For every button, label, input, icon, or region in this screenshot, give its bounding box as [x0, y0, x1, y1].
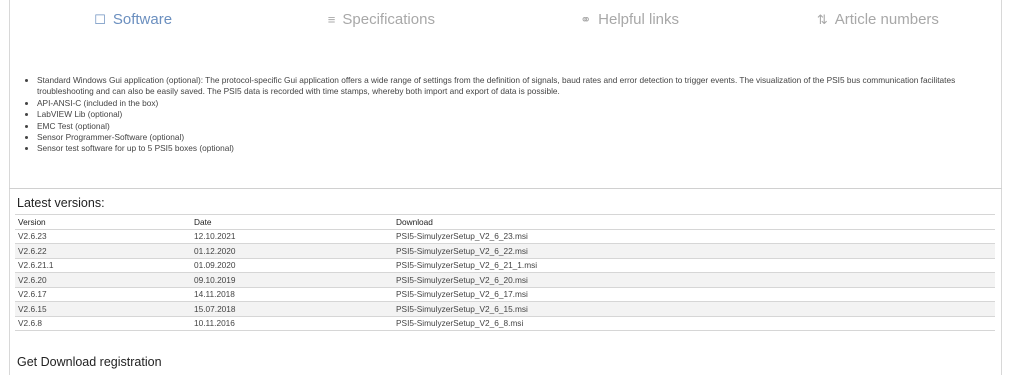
feature-item: EMC Test (optional) [37, 121, 997, 132]
download-registration-link[interactable]: Get Download registration [17, 354, 162, 370]
feature-item: Standard Windows Gui application (option… [37, 75, 997, 98]
list-icon: ≡ [327, 12, 336, 27]
table-row: V2.6.17 14.11.2018 PSI5-SimulyzerSetup_V… [15, 286, 995, 302]
date-cell: 12.10.2021 [191, 228, 393, 244]
column-header-date: Date [191, 214, 393, 230]
tab-label: Specifications [342, 11, 435, 28]
download-link[interactable]: PSI5-SimulyzerSetup_V2_6_8.msi [396, 318, 523, 328]
sort-icon: ⇅ [816, 12, 828, 27]
latest-versions-heading: Latest versions: [17, 196, 105, 210]
table-row: V2.6.20 09.10.2019 PSI5-SimulyzerSetup_V… [15, 272, 995, 288]
download-cell: PSI5-SimulyzerSetup_V2_6_20.msi [393, 272, 995, 288]
version-cell: V2.6.17 [15, 286, 191, 302]
tab-helpful-links[interactable]: ⚭ Helpful links [506, 0, 754, 42]
version-cell: V2.6.15 [15, 301, 191, 317]
version-cell: V2.6.22 [15, 243, 191, 259]
tab-article-numbers[interactable]: ⇅ Article numbers [754, 0, 1002, 42]
column-header-download: Download [393, 214, 995, 230]
section-divider [9, 188, 1002, 189]
tab-label: Software [112, 11, 173, 28]
feature-item: Sensor Programmer-Software (optional) [37, 132, 997, 143]
version-cell: V2.6.8 [15, 315, 191, 331]
column-header-version: Version [15, 214, 191, 230]
download-link[interactable]: PSI5-SimulyzerSetup_V2_6_22.msi [396, 246, 528, 256]
download-link[interactable]: PSI5-SimulyzerSetup_V2_6_20.msi [396, 275, 528, 285]
table-row: V2.6.23 12.10.2021 PSI5-SimulyzerSetup_V… [15, 228, 995, 244]
tab-label: Helpful links [598, 11, 680, 28]
date-cell: 10.11.2016 [191, 315, 393, 331]
link-icon: ⚭ [580, 12, 592, 27]
date-cell: 09.10.2019 [191, 272, 393, 288]
tab-bar: ☐ Software ≡ Specifications ⚭ Helpful li… [9, 0, 1002, 42]
table-row: V2.6.21.1 01.09.2020 PSI5-SimulyzerSetup… [15, 257, 995, 273]
download-link[interactable]: PSI5-SimulyzerSetup_V2_6_15.msi [396, 304, 528, 314]
date-cell: 01.09.2020 [191, 257, 393, 273]
feature-item: Sensor test software for up to 5 PSI5 bo… [37, 143, 997, 154]
table-row: V2.6.22 01.12.2020 PSI5-SimulyzerSetup_V… [15, 243, 995, 259]
download-cell: PSI5-SimulyzerSetup_V2_6_22.msi [393, 243, 995, 259]
download-cell: PSI5-SimulyzerSetup_V2_6_23.msi [393, 228, 995, 244]
download-cell: PSI5-SimulyzerSetup_V2_6_8.msi [393, 315, 995, 331]
comment-icon: ☐ [94, 12, 106, 27]
download-cell: PSI5-SimulyzerSetup_V2_6_21_1.msi [393, 257, 995, 273]
download-link[interactable]: PSI5-SimulyzerSetup_V2_6_17.msi [396, 289, 528, 299]
feature-list: Standard Windows Gui application (option… [17, 75, 997, 155]
download-cell: PSI5-SimulyzerSetup_V2_6_17.msi [393, 286, 995, 302]
table-row: V2.6.8 10.11.2016 PSI5-SimulyzerSetup_V2… [15, 315, 995, 331]
version-cell: V2.6.21.1 [15, 257, 191, 273]
download-cell: PSI5-SimulyzerSetup_V2_6_15.msi [393, 301, 995, 317]
version-cell: V2.6.23 [15, 228, 191, 244]
table-row: V2.6.15 15.07.2018 PSI5-SimulyzerSetup_V… [15, 301, 995, 317]
tab-label: Article numbers [834, 11, 939, 28]
download-link[interactable]: PSI5-SimulyzerSetup_V2_6_21_1.msi [396, 260, 537, 270]
feature-item: LabVIEW Lib (optional) [37, 109, 997, 120]
tab-specifications[interactable]: ≡ Specifications [257, 0, 505, 42]
feature-section: Standard Windows Gui application (option… [17, 75, 997, 155]
date-cell: 01.12.2020 [191, 243, 393, 259]
versions-table: Version Date Download V2.6.23 12.10.2021… [15, 214, 995, 331]
table-header-row: Version Date Download [15, 214, 995, 230]
download-link[interactable]: PSI5-SimulyzerSetup_V2_6_23.msi [396, 231, 528, 241]
version-cell: V2.6.20 [15, 272, 191, 288]
date-cell: 15.07.2018 [191, 301, 393, 317]
date-cell: 14.11.2018 [191, 286, 393, 302]
tab-software[interactable]: ☐ Software [9, 0, 257, 42]
feature-item: API-ANSI-C (included in the box) [37, 98, 997, 109]
